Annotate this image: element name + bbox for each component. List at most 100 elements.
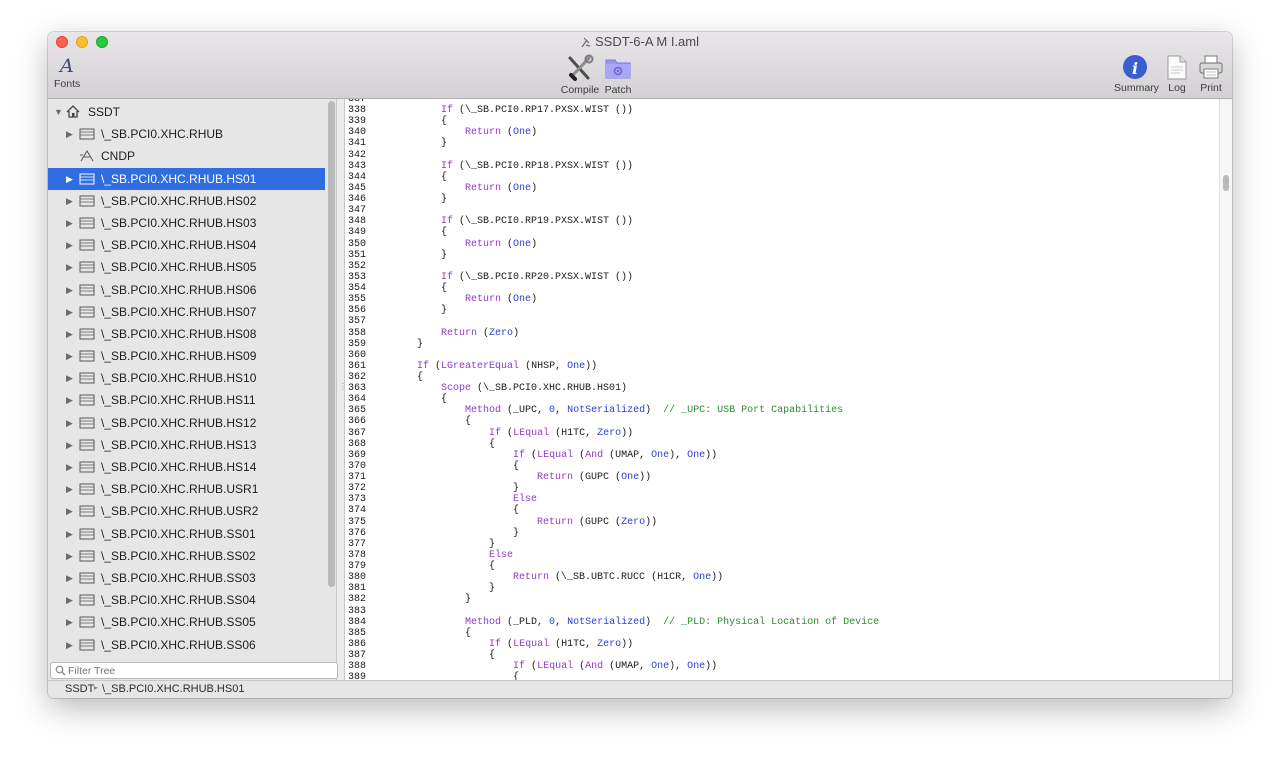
collapsed-triangle-icon[interactable]: ▶ (66, 545, 73, 567)
collapsed-triangle-icon[interactable]: ▶ (66, 500, 73, 522)
code-line[interactable]: 350 Return (One) (345, 239, 537, 250)
code-line[interactable]: 353 If (\_SB.PCI0.RP20.PXSX.WIST ()) (345, 272, 633, 283)
code-line[interactable]: 388 If (LEqual (And (UMAP, One), One)) (345, 661, 717, 672)
tree-item[interactable]: ▶ \_SB.PCI0.XHC.RHUB.SS06 (48, 634, 325, 656)
code-line[interactable]: 358 Return (Zero) (345, 328, 519, 339)
code-line[interactable]: 382 } (345, 594, 471, 605)
code-line[interactable]: 344 { (345, 172, 447, 183)
expanded-triangle-icon[interactable]: ▼ (54, 101, 63, 123)
code-line[interactable]: 375 Return (GUPC (Zero)) (345, 517, 657, 528)
tree-item[interactable]: ▶ \_SB.PCI0.XHC.RHUB.USR1 (48, 478, 325, 500)
code-line[interactable]: 365 Method (_UPC, 0, NotSerialized) // _… (345, 405, 843, 416)
split-view-divider[interactable]: ⋮ (337, 99, 347, 680)
tree-item[interactable]: ▶ \_SB.PCI0.XHC.RHUB.HS04 (48, 234, 325, 256)
code-line[interactable]: 366 { (345, 416, 471, 427)
tree-item[interactable]: ▶ \_SB.PCI0.XHC.RHUB.HS08 (48, 323, 325, 345)
collapsed-triangle-icon[interactable]: ▶ (66, 412, 73, 434)
log-button[interactable]: Log (1164, 54, 1190, 94)
code-line[interactable]: 372 } (345, 483, 519, 494)
filter-tree-field[interactable] (50, 662, 338, 679)
code-line[interactable]: 348 If (\_SB.PCI0.RP19.PXSX.WIST ()) (345, 216, 633, 227)
collapsed-triangle-icon[interactable]: ▶ (66, 456, 73, 478)
code-line[interactable]: 389 { (345, 672, 519, 680)
tree-root-ssdt[interactable]: ▼ SSDT (48, 101, 325, 123)
breadcrumb-current-node[interactable]: \_SB.PCI0.XHC.RHUB.HS01 (102, 683, 244, 695)
collapsed-triangle-icon[interactable]: ▶ (66, 256, 73, 278)
code-line[interactable]: 374 { (345, 505, 519, 516)
code-line[interactable]: 345 Return (One) (345, 183, 537, 194)
code-line[interactable]: 385 { (345, 628, 471, 639)
fonts-button[interactable]: A Fonts (54, 54, 80, 90)
tree-item[interactable]: ▶ \_SB.PCI0.XHC.RHUB.HS09 (48, 345, 325, 367)
tree-item[interactable]: ▶ \_SB.PCI0.XHC.RHUB.HS01 (48, 167, 325, 190)
code-line[interactable]: 381 } (345, 583, 495, 594)
code-editor[interactable]: 337 338 If (\_SB.PCI0.RP17.PXSX.WIST ()) 3… (345, 99, 1219, 680)
tree-item[interactable]: ▶ \_SB.PCI0.XHC.RHUB.SS01 (48, 523, 325, 545)
code-line[interactable]: 368 { (345, 439, 495, 450)
code-line[interactable]: 367 If (LEqual (H1TC, Zero)) (345, 428, 633, 439)
code-line[interactable]: 343 If (\_SB.PCI0.RP18.PXSX.WIST ()) (345, 161, 633, 172)
code-line[interactable]: 373 Else (345, 494, 537, 505)
tree-item[interactable]: ▶ \_SB.PCI0.XHC.RHUB.HS12 (48, 412, 325, 434)
tree-item[interactable]: ▶ \_SB.PCI0.XHC.RHUB.HS07 (48, 301, 325, 323)
code-line[interactable]: 356 } (345, 305, 447, 316)
code-line[interactable]: 349 { (345, 227, 447, 238)
collapsed-triangle-icon[interactable]: ▶ (66, 323, 73, 345)
code-line[interactable]: 370 { (345, 461, 519, 472)
collapsed-triangle-icon[interactable]: ▶ (66, 611, 73, 633)
collapsed-triangle-icon[interactable]: ▶ (66, 434, 73, 456)
code-line[interactable]: 355 Return (One) (345, 294, 537, 305)
tree-item[interactable]: CNDP (48, 145, 325, 167)
code-line[interactable]: 361 If (LGreaterEqual (NHSP, One)) (345, 361, 597, 372)
tree-item[interactable]: ▶ \_SB.PCI0.XHC.RHUB.HS10 (48, 367, 325, 389)
compile-button[interactable]: Compile (560, 54, 600, 96)
tree-item[interactable]: ▶ \_SB.PCI0.XHC.RHUB.HS06 (48, 279, 325, 301)
collapsed-triangle-icon[interactable]: ▶ (66, 168, 73, 190)
tree-item[interactable]: ▶ \_SB.PCI0.XHC.RHUB.SS05 (48, 611, 325, 633)
breadcrumb-ssdt[interactable]: SSDT (65, 683, 94, 695)
collapsed-triangle-icon[interactable]: ▶ (66, 367, 73, 389)
code-line[interactable]: 369 If (LEqual (And (UMAP, One), One)) (345, 450, 717, 461)
tree-item[interactable]: ▶ \_SB.PCI0.XHC.RHUB.USR2 (48, 500, 325, 522)
tree-item[interactable]: ▶ \_SB.PCI0.XHC.RHUB.SS02 (48, 545, 325, 567)
code-line[interactable]: 360 (345, 350, 369, 361)
collapsed-triangle-icon[interactable]: ▶ (66, 634, 73, 656)
code-line[interactable]: 376 } (345, 528, 519, 539)
code-line[interactable]: 347 (345, 205, 369, 216)
tree-item[interactable]: ▶ \_SB.PCI0.XHC.RHUB.SS03 (48, 567, 325, 589)
tree-item[interactable]: ▶ \_SB.PCI0.XHC.RHUB.HS02 (48, 190, 325, 212)
code-line[interactable]: 377 } (345, 539, 495, 550)
collapsed-triangle-icon[interactable]: ▶ (66, 478, 73, 500)
code-line[interactable]: 339 { (345, 116, 447, 127)
collapsed-triangle-icon[interactable]: ▶ (66, 279, 73, 301)
tree-item[interactable]: ▶ \_SB.PCI0.XHC.RHUB.HS03 (48, 212, 325, 234)
collapsed-triangle-icon[interactable]: ▶ (66, 234, 73, 256)
collapsed-triangle-icon[interactable]: ▶ (66, 345, 73, 367)
editor-scrollbar-thumb[interactable] (1223, 175, 1229, 191)
code-line[interactable]: 357 (345, 316, 369, 327)
code-line[interactable]: 341 } (345, 138, 447, 149)
collapsed-triangle-icon[interactable]: ▶ (66, 301, 73, 323)
collapsed-triangle-icon[interactable]: ▶ (66, 567, 73, 589)
code-line[interactable]: 359 } (345, 339, 423, 350)
code-line[interactable]: 378 Else (345, 550, 513, 561)
code-line[interactable]: 352 (345, 261, 369, 272)
tree-item[interactable]: ▶ \_SB.PCI0.XHC.RHUB.HS13 (48, 434, 325, 456)
code-line[interactable]: 342 (345, 150, 369, 161)
code-line[interactable]: 363 Scope (\_SB.PCI0.XHC.RHUB.HS01) (345, 383, 627, 394)
summary-button[interactable]: i Summary (1114, 54, 1159, 94)
code-line[interactable]: 384 Method (_PLD, 0, NotSerialized) // _… (345, 617, 879, 628)
code-line[interactable]: 362 { (345, 372, 423, 383)
tree-item[interactable]: ▶ \_SB.PCI0.XHC.RHUB.HS11 (48, 389, 325, 411)
code-line[interactable]: 354 { (345, 283, 447, 294)
sidebar-scrollbar[interactable] (328, 101, 335, 587)
tree-item[interactable]: ▶ \_SB.PCI0.XHC.RHUB.HS14 (48, 456, 325, 478)
collapsed-triangle-icon[interactable]: ▶ (66, 190, 73, 212)
code-line[interactable]: 386 If (LEqual (H1TC, Zero)) (345, 639, 633, 650)
editor-scrollbar-track[interactable] (1219, 99, 1232, 680)
print-button[interactable]: Print (1198, 54, 1224, 94)
code-line[interactable]: 351 } (345, 250, 447, 261)
tree-item[interactable]: ▶ \_SB.PCI0.XHC.RHUB (48, 123, 325, 145)
code-line[interactable]: 371 Return (GUPC (One)) (345, 472, 651, 483)
tree-item[interactable]: ▶ \_SB.PCI0.XHC.RHUB.HS05 (48, 256, 325, 278)
